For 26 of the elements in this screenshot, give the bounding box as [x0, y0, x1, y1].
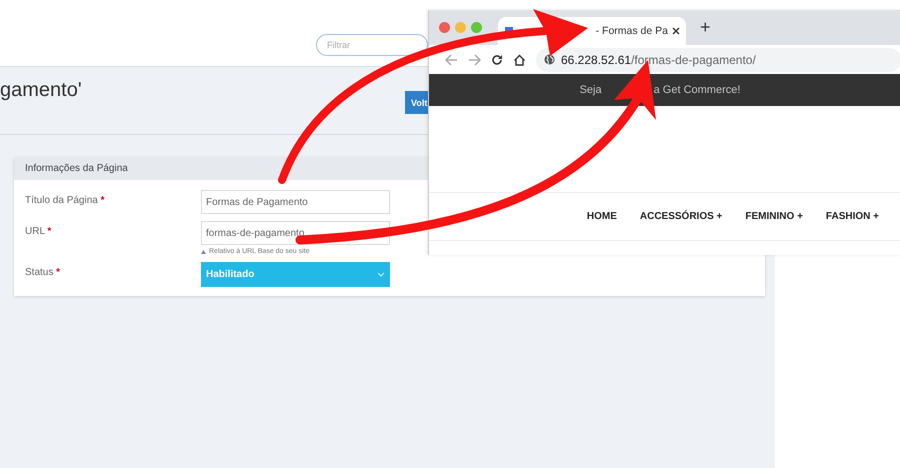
minimize-window-icon[interactable] — [455, 22, 466, 33]
close-icon[interactable] — [672, 27, 680, 35]
back-arrow-icon[interactable] — [445, 54, 458, 66]
address-bar[interactable]: 66.228.52.61/formas-de-pagamento/ — [536, 48, 900, 72]
forward-arrow-icon[interactable] — [468, 54, 481, 66]
new-tab-button[interactable]: + — [696, 17, 715, 38]
maximize-window-icon[interactable] — [471, 22, 482, 33]
field-label: Status * — [24, 266, 62, 278]
page-title: gamento' — [0, 78, 83, 102]
field-label: URL * — [24, 225, 52, 237]
reload-icon[interactable] — [491, 54, 503, 66]
menu-item[interactable]: ACCESSÓRIOS + — [640, 211, 722, 222]
menu-item[interactable]: FEMININO + — [745, 211, 803, 222]
globe-icon — [544, 54, 555, 65]
home-icon[interactable] — [513, 54, 526, 66]
field-label: Título da Página * — [24, 194, 106, 206]
back-button[interactable]: Volt — [405, 91, 430, 114]
banner-text: Seja — [580, 84, 602, 96]
triangle-icon — [201, 250, 206, 254]
chevron-down-icon — [377, 272, 385, 277]
menu-item[interactable]: FASHION + — [826, 211, 879, 222]
menu-item[interactable]: HOME — [586, 211, 617, 222]
text-field[interactable]: Formas de Pagamento — [201, 190, 390, 214]
banner-text: a Get Commerce! — [654, 84, 740, 96]
filter-field[interactable]: Filtrar — [316, 34, 428, 56]
close-window-icon[interactable] — [439, 22, 450, 33]
